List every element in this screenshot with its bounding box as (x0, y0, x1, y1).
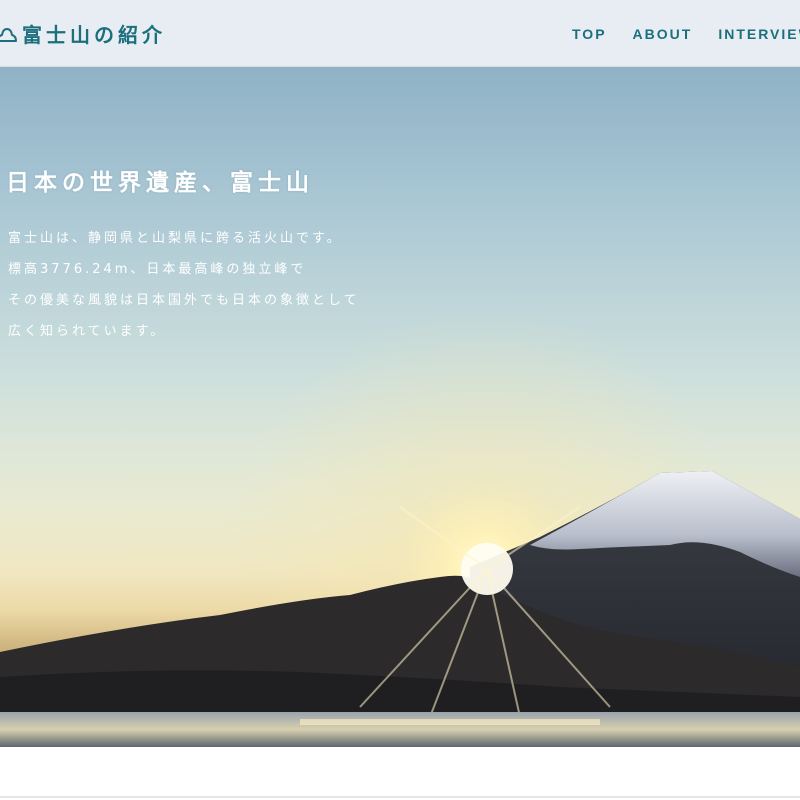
hero-line: 広く知られています。 (8, 324, 167, 339)
section-divider (0, 796, 800, 798)
nav-top[interactable]: TOP (572, 26, 607, 42)
hero-title: 日本の世界遺産、富士山 (6, 170, 314, 196)
hero-section: 日本の世界遺産、富士山 富士山は、静岡県と山梨県に跨る活火山です。 標高3776… (0, 67, 800, 747)
hero-description: 富士山は、静岡県と山梨県に跨る活火山です。 標高3776.24m、日本最高峰の独… (8, 223, 360, 347)
nav-interview[interactable]: INTERVIEW (718, 26, 800, 42)
site-logo[interactable]: 富士山の紹介 (0, 18, 166, 48)
hero-line: 富士山は、静岡県と山梨県に跨る活火山です。 (8, 231, 343, 246)
hero-line: その優美な風貌は日本国外でも日本の象徴として (8, 293, 360, 308)
mountain-outline-icon (0, 28, 17, 42)
logo-text: 富士山の紹介 (22, 22, 166, 47)
main-nav: TOP ABOUT INTERVIEW (572, 0, 800, 67)
nav-about[interactable]: ABOUT (633, 26, 693, 42)
site-header: 富士山の紹介 TOP ABOUT INTERVIEW (0, 0, 800, 67)
hero-line: 標高3776.24m、日本最高峰の独立峰で (8, 262, 307, 277)
